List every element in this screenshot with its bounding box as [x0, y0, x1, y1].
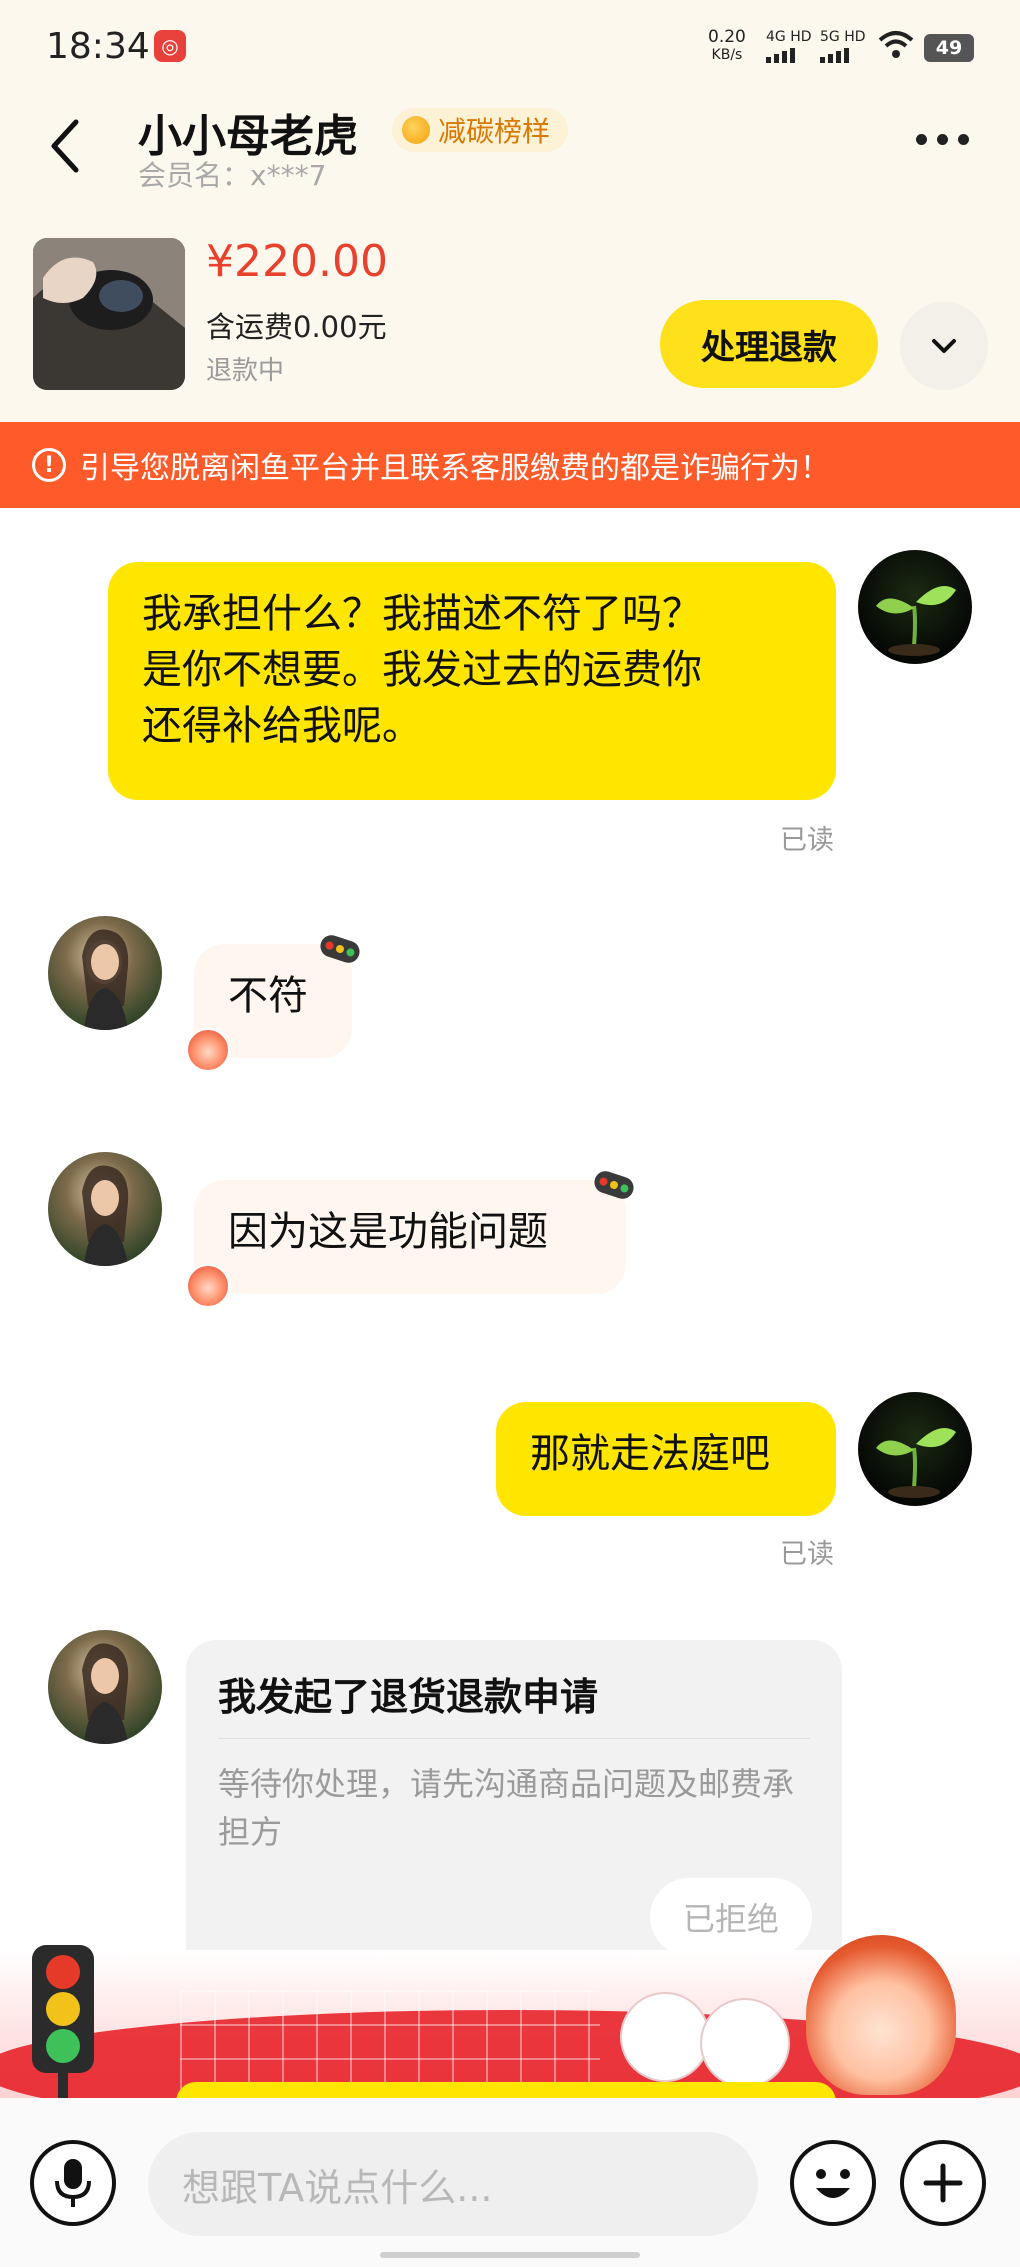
chevron-down-icon — [932, 339, 956, 353]
read-receipt: 已读 — [780, 825, 834, 856]
message-bubble[interactable]: 那就走法庭吧 — [496, 1402, 836, 1516]
expand-order-button[interactable] — [900, 302, 988, 390]
input-bar: 想跟TA说点什么... — [0, 2098, 1020, 2267]
leaf-coin-icon — [402, 116, 430, 144]
portrait-image — [82, 1643, 129, 1744]
refund-request-card[interactable]: 我发起了退货退款申请 等待你处理，请先沟通商品问题及邮费承担方 已拒绝 — [186, 1640, 842, 1980]
product-summary: ¥220.00 含运费0.00元 退款中 处理退款 — [0, 214, 1020, 422]
home-indicator[interactable] — [380, 2252, 640, 2258]
message-line: 我承担什么？我描述不符了吗？ — [142, 591, 702, 637]
sim1-label: 4G HD — [766, 29, 812, 45]
badge-label: 减碳榜样 — [438, 115, 551, 148]
member-name: 会员名：x***7 — [138, 159, 327, 192]
message-bubble[interactable]: 我承担什么？我描述不符了吗？ 是你不想要。我发过去的运费你 还得补给我呢。 — [108, 562, 836, 800]
battery-indicator: 49 — [924, 34, 974, 62]
sim2-signal: 5G HD — [820, 30, 866, 63]
card-divider — [218, 1738, 810, 1739]
message-line: 还得补给我呢。 — [142, 703, 422, 749]
more-options-icon[interactable] — [916, 134, 969, 145]
microphone-icon — [55, 2159, 91, 2207]
plus-icon — [923, 2163, 963, 2203]
chibi-character-icon — [806, 1935, 956, 2095]
bunny-icon — [620, 1992, 710, 2082]
smiley-icon — [816, 2169, 850, 2198]
sim1-signal: 4G HD — [766, 30, 812, 63]
traffic-light-icon — [32, 1945, 94, 2073]
process-refund-button[interactable]: 处理退款 — [660, 300, 878, 388]
more-actions-button[interactable] — [900, 2140, 986, 2226]
network-speed-unit: KB/s — [711, 47, 743, 63]
message-line: 是你不想要。我发过去的运费你 — [142, 647, 702, 693]
music-app-icon: ◎ — [154, 30, 186, 62]
sprout-icon — [876, 586, 956, 656]
my-avatar[interactable] — [858, 1392, 972, 1506]
network-speed: 0.20 KB/s — [708, 28, 746, 64]
wifi-icon — [878, 31, 914, 58]
carbon-badge[interactable]: 减碳榜样 — [392, 108, 569, 152]
rejected-status-badge: 已拒绝 — [650, 1878, 812, 1956]
my-avatar[interactable] — [858, 550, 972, 664]
voice-input-button[interactable] — [30, 2140, 116, 2226]
product-thumbnail[interactable] — [33, 238, 185, 390]
warning-text: 引导您脱离闲鱼平台并且联系客服缴费的都是诈骗行为！ — [80, 451, 830, 486]
chibi-sticker-icon — [186, 1264, 230, 1308]
contact-avatar[interactable] — [48, 1152, 162, 1266]
chat-area[interactable]: 我承担什么？我描述不符了吗？ 是你不想要。我发过去的运费你 还得补给我呢。 已读… — [0, 508, 1020, 2098]
message-input[interactable]: 想跟TA说点什么... — [148, 2132, 758, 2236]
read-receipt: 已读 — [780, 1539, 834, 1570]
contact-avatar[interactable] — [48, 1630, 162, 1744]
message-text: 不符 — [228, 973, 308, 1019]
fraud-warning-banner: ! 引导您脱离闲鱼平台并且联系客服缴费的都是诈骗行为！ — [0, 422, 1020, 508]
message-bubble[interactable]: 因为这是功能问题 — [194, 1180, 626, 1294]
sprout-icon — [876, 1428, 956, 1498]
contact-avatar[interactable] — [48, 916, 162, 1030]
alert-icon: ! — [32, 448, 66, 482]
network-speed-value: 0.20 — [708, 27, 746, 47]
bunny-icon — [700, 1998, 790, 2088]
card-title: 我发起了退货退款申请 — [218, 1675, 599, 1719]
card-description: 等待你处理，请先沟通商品问题及邮费承担方 — [218, 1765, 795, 1851]
portrait-image — [82, 929, 129, 1030]
traffic-light-pole — [58, 2072, 68, 2100]
signal-icon — [820, 48, 866, 63]
product-shipping: 含运费0.00元 — [206, 310, 387, 344]
product-price: ¥220.00 — [206, 236, 388, 287]
message-text: 那就走法庭吧 — [530, 1431, 770, 1477]
portrait-image — [82, 1165, 129, 1266]
signal-icon — [766, 48, 812, 63]
status-time: 18:34 — [46, 26, 150, 67]
headphones-image — [33, 238, 185, 390]
chat-header: 小小母老虎 减碳榜样 会员名：x***7 — [0, 92, 1020, 214]
message-text: 因为这是功能问题 — [228, 1209, 548, 1255]
order-status: 退款中 — [206, 356, 285, 386]
chibi-sticker-icon — [186, 1028, 230, 1072]
emoji-button[interactable] — [790, 2140, 876, 2226]
sim2-label: 5G HD — [820, 29, 866, 45]
status-bar: 18:34 ◎ 0.20 KB/s 4G HD 5G HD 49 — [0, 0, 1020, 92]
back-icon[interactable] — [46, 116, 86, 176]
